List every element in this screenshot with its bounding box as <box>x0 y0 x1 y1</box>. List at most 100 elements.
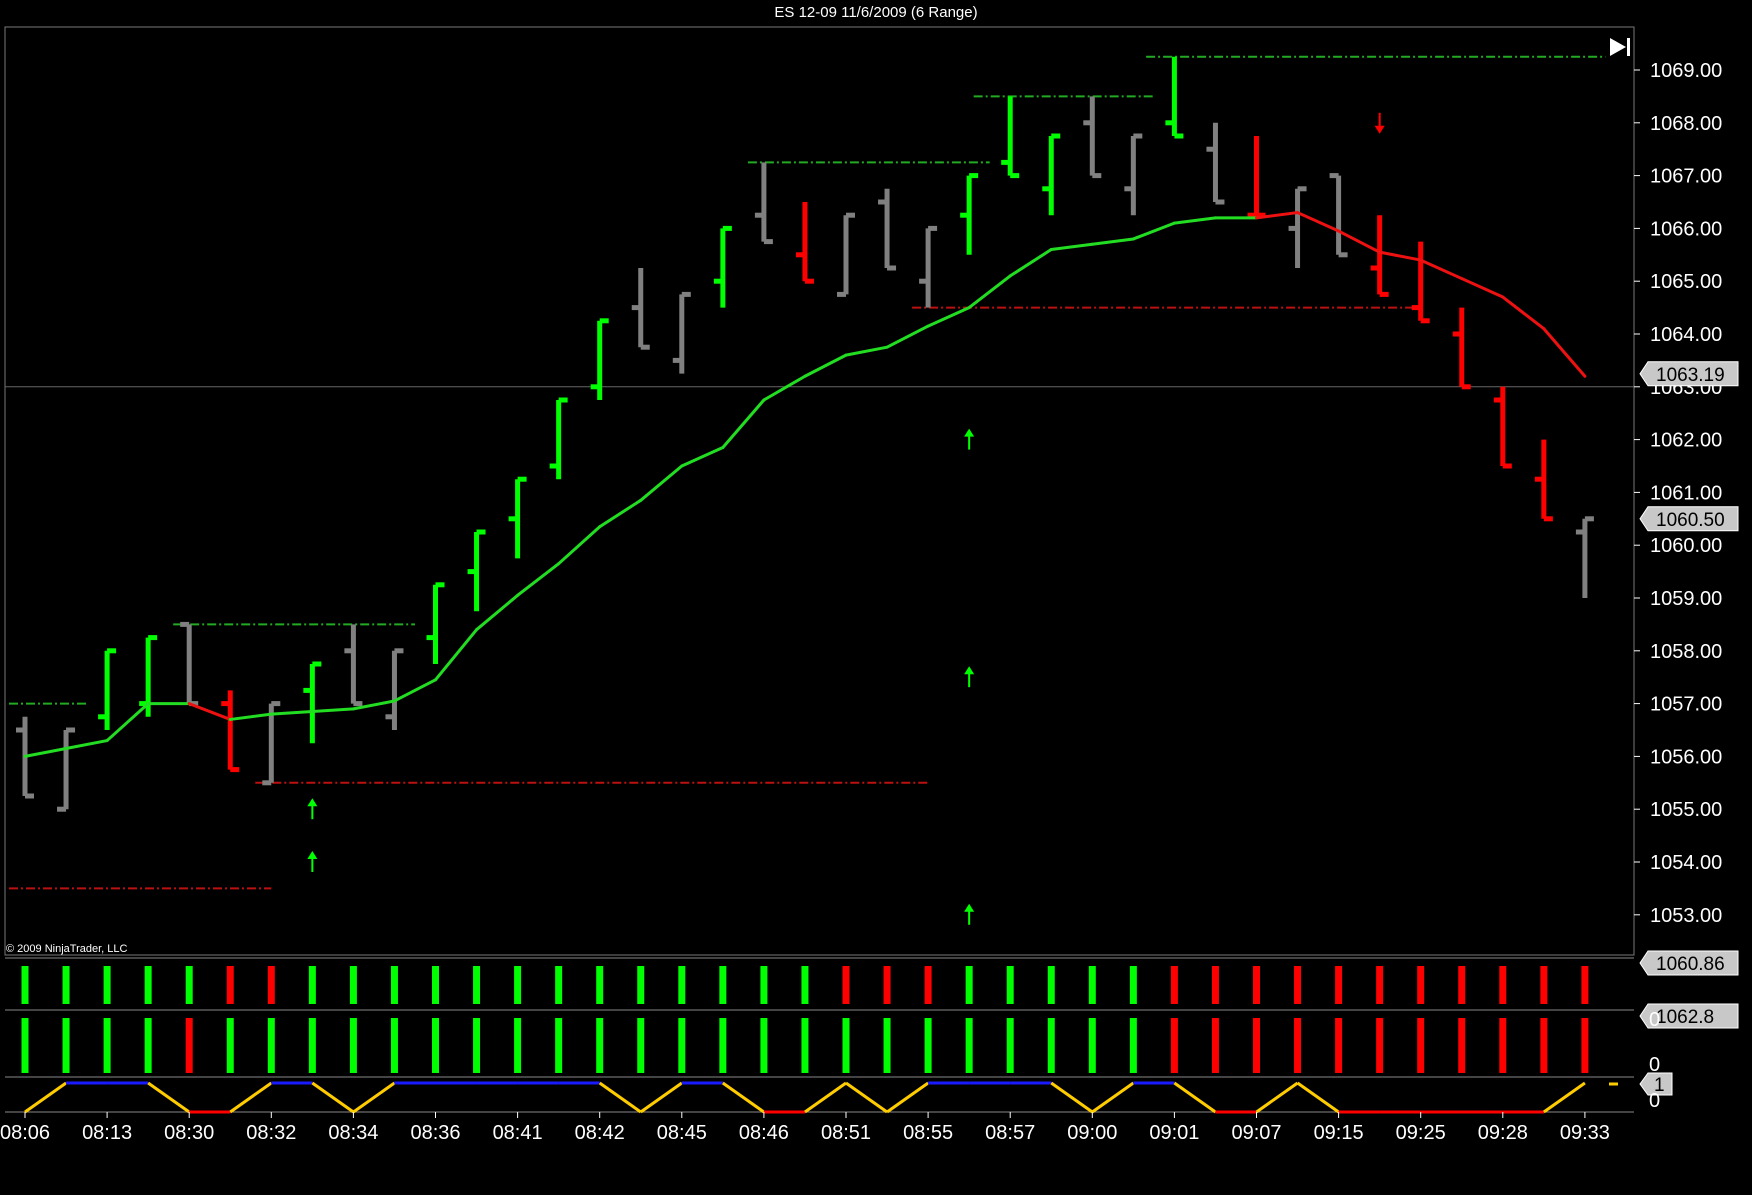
price-bar <box>713 225 732 308</box>
price-bar <box>878 188 897 271</box>
time-tick-label: 08:13 <box>82 1122 132 1144</box>
price-chart[interactable]: 1053.00 1054.00 1055.00 1056.00 1057.00 1058.… <box>0 0 1752 1195</box>
panel1-bar <box>760 966 768 1004</box>
price-tick-label: 1067.00 <box>1650 166 1722 188</box>
time-tick-label: 08:41 <box>493 1122 543 1144</box>
price-bar <box>1493 386 1512 469</box>
tag-label: 1060.86 <box>1656 954 1725 975</box>
price-bar <box>837 212 855 297</box>
oscillator-segment <box>845 1081 888 1114</box>
tag-label: 1062.8 <box>1656 1007 1714 1028</box>
panel2-bar <box>637 1018 645 1073</box>
price-tick-label: 1062.00 <box>1650 430 1722 452</box>
panel-1: 1060.86 <box>21 950 1739 1004</box>
oscillator-segment <box>1296 1081 1340 1114</box>
panel1-bar <box>21 966 29 1004</box>
panel2-bar <box>1376 1018 1384 1073</box>
ema-segment <box>926 306 971 328</box>
price-bar <box>590 318 609 400</box>
price-tick-label: 1056.00 <box>1650 746 1722 768</box>
ema-segment <box>680 446 725 468</box>
panel1-bar <box>1211 966 1219 1004</box>
time-tick-label: 09:15 <box>1314 1122 1364 1144</box>
panel-zero-label: 0 <box>1649 1009 1660 1031</box>
price-bar <box>1165 56 1184 139</box>
ema-segment <box>310 707 355 714</box>
last-price-tag: 1060.50 <box>1639 506 1739 532</box>
oscillator-segment <box>804 1081 847 1114</box>
price-bar <box>57 727 76 812</box>
indicator-panels: 1060.861062.81000 <box>21 950 1739 1114</box>
panel2-bar <box>1211 1018 1219 1073</box>
time-tick-label: 08:57 <box>985 1122 1035 1144</box>
oscillator-segment <box>229 1081 273 1114</box>
panel2-bar <box>1253 1018 1260 1073</box>
panel2-bar <box>1170 1018 1178 1073</box>
price-bar <box>1001 96 1020 179</box>
panel1-bar <box>267 966 275 1004</box>
oscillator-segment <box>1091 1081 1135 1114</box>
up-arrow-icon <box>307 798 318 820</box>
price-bar <box>1042 133 1061 216</box>
ema-segment <box>885 324 930 349</box>
time-tick-label: 08:42 <box>575 1122 625 1144</box>
ema-segment <box>392 678 437 703</box>
panel1-bar <box>1499 966 1507 1004</box>
arrow-head <box>307 798 318 807</box>
panel2-bar <box>349 1018 357 1073</box>
tag-label: 1060.50 <box>1656 510 1725 531</box>
panel1-bar <box>1540 966 1548 1004</box>
price-bar <box>1083 96 1102 179</box>
panel1-tag: 1060.86 <box>1639 950 1739 976</box>
time-tick-label: 09:25 <box>1396 1122 1446 1144</box>
arrow-head <box>307 851 318 859</box>
panel2-bar <box>226 1018 234 1073</box>
panel2-bar <box>801 1018 809 1073</box>
panel2-bar <box>1540 1018 1548 1073</box>
price-tick-label: 1057.00 <box>1650 694 1722 716</box>
panel1-bar <box>390 966 398 1004</box>
ema-segment <box>228 712 273 721</box>
price-bar <box>549 397 568 480</box>
oscillator-segment <box>639 1081 683 1114</box>
price-bar <box>754 162 773 245</box>
panel2-bar <box>1417 1018 1425 1073</box>
oscillator-segment <box>721 1081 765 1114</box>
price-tick-label: 1061.00 <box>1650 482 1722 504</box>
panel1-bar <box>1458 966 1466 1004</box>
price-bar <box>672 291 691 374</box>
panel1-bar <box>514 966 522 1004</box>
panel2-bar <box>267 1018 275 1073</box>
panel1-bar <box>555 966 563 1004</box>
panel2-bar <box>883 1018 891 1073</box>
ema-segment <box>639 464 684 502</box>
price-tick-label: 1060.00 <box>1650 535 1722 557</box>
ema-segment <box>1296 211 1341 233</box>
ema-segment <box>269 710 314 716</box>
time-tick-label: 08:55 <box>903 1122 953 1144</box>
panel1-bar <box>637 966 645 1004</box>
ema-segment <box>434 628 479 682</box>
panel1-bar <box>1581 966 1589 1004</box>
price-bar <box>1452 307 1471 390</box>
crosshair-price-tag: 1063.19 <box>1639 361 1739 387</box>
panel2-bar <box>924 1018 932 1073</box>
panel2-bar <box>144 1018 152 1073</box>
panel1-bar <box>678 966 686 1004</box>
panel1-bar <box>226 966 234 1004</box>
panel1-bar <box>308 966 316 1004</box>
time-tick-label: 09:33 <box>1560 1122 1610 1144</box>
skip-to-end-icon[interactable] <box>1610 38 1630 56</box>
price-bar <box>1575 516 1594 598</box>
ema-segment <box>598 498 643 529</box>
panel1-bar <box>103 966 111 1004</box>
price-bar <box>1411 241 1430 324</box>
price-tick-label: 1058.00 <box>1650 641 1722 663</box>
panel1-bar <box>596 966 604 1004</box>
price-bar <box>385 648 404 730</box>
arrow-head <box>964 666 975 675</box>
price-bar <box>180 621 199 707</box>
ema-segment <box>844 345 889 357</box>
panel2-bar <box>390 1018 398 1073</box>
up-arrow-icon <box>964 903 975 925</box>
